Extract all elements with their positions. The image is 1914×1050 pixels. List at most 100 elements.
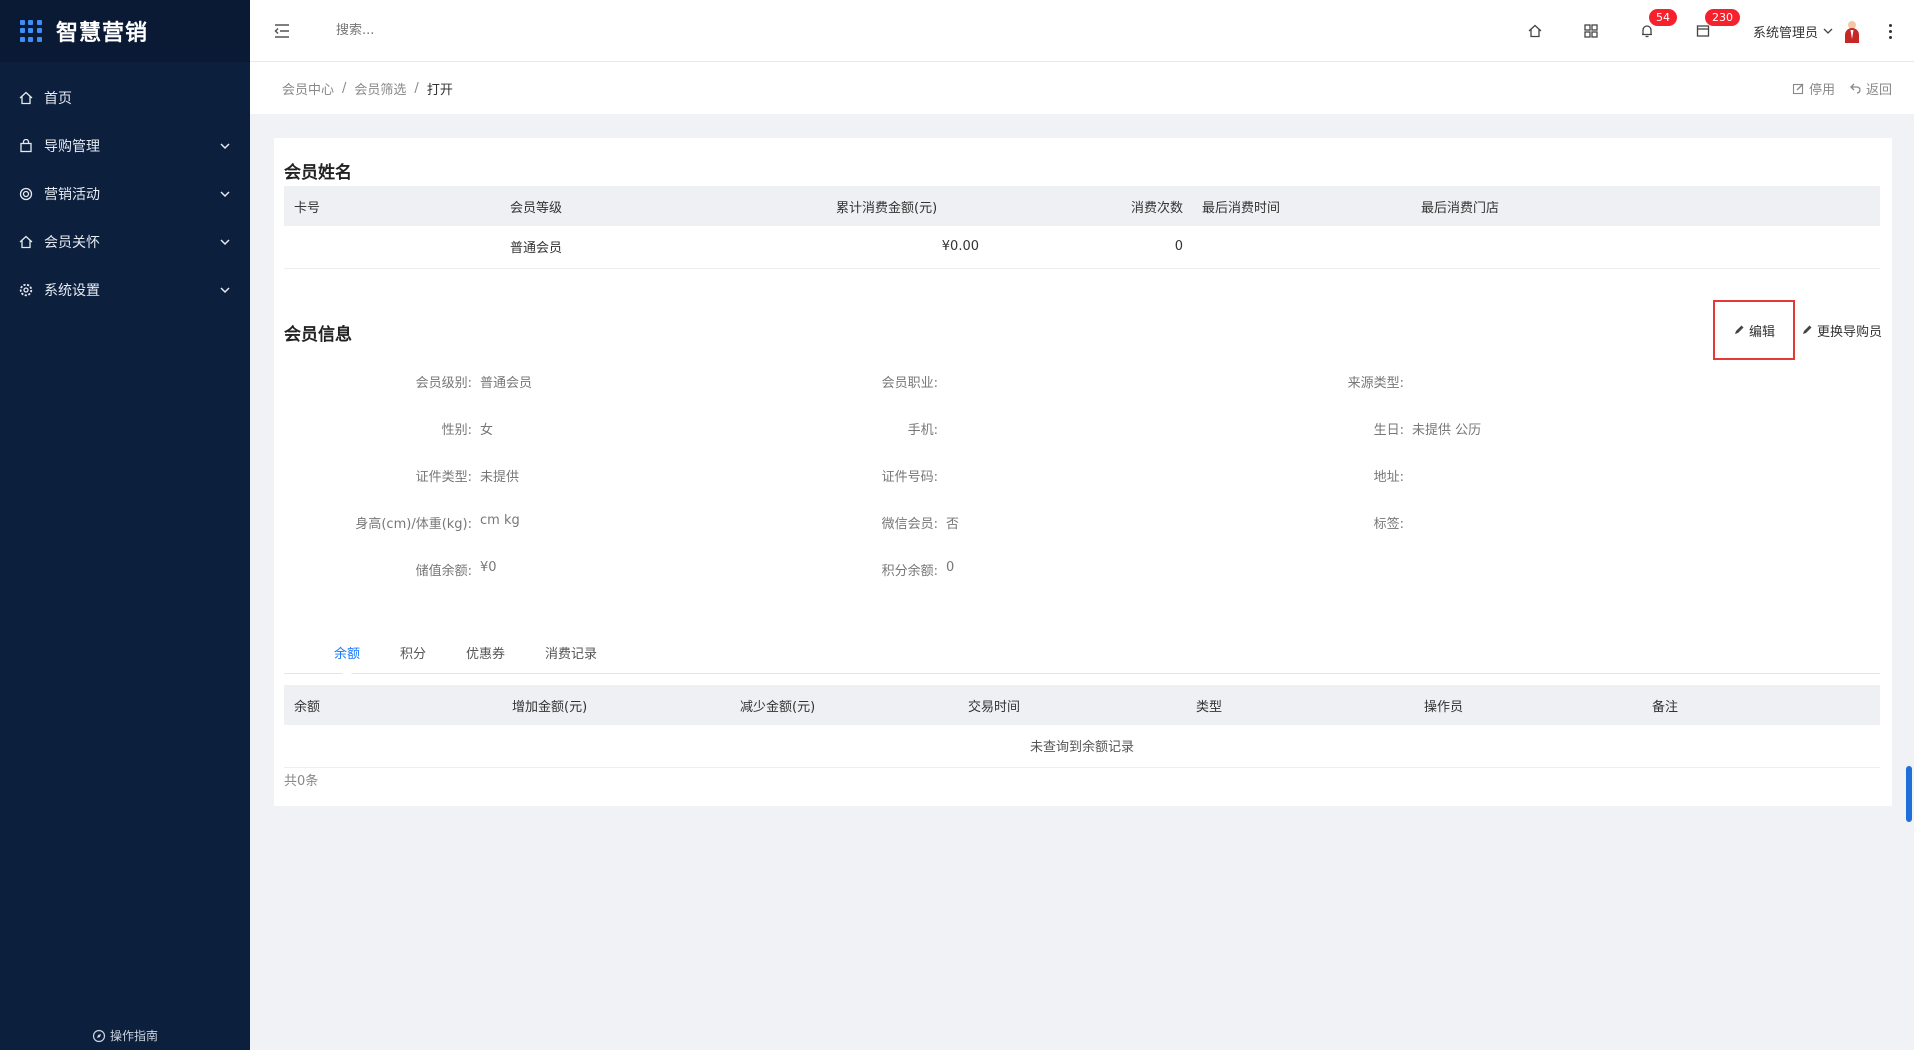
search-input[interactable] [336, 23, 556, 38]
notifications-button[interactable]: 54 [1619, 0, 1677, 62]
table-header-row: 卡号 会员等级 累计消费金额(元) 消费次数 最后消费时间 最后消费门店 [284, 186, 1880, 226]
field-label: 储值余额: [415, 564, 472, 579]
grid-icon [1584, 24, 1598, 38]
member-info-grid: 会员级别: 普通会员 会员职业: 来源类型: 性别: 女 手机: 生日: 未提供 公历… [284, 358, 1880, 593]
pencil-icon [1802, 325, 1812, 334]
apps-grid-icon [20, 20, 42, 42]
column-header: 最后消费时间 [1193, 186, 1421, 226]
info-field-stored-balance: 储值余额: ¥0 [284, 560, 750, 579]
avatar [1845, 21, 1859, 43]
field-label: 性别: [441, 423, 472, 438]
tab-coupons[interactable]: 优惠券 [446, 638, 525, 673]
info-field-height-weight: 身高(cm)/体重(kg): cm kg [284, 513, 750, 532]
info-field-level: 会员级别: 普通会员 [284, 372, 750, 391]
sidebar-item-home[interactable]: 首页 [0, 74, 250, 122]
user-menu[interactable]: 系统管理员 [1753, 19, 1862, 43]
breadcrumb-item[interactable]: 会员筛选 [354, 79, 406, 98]
field-value: ¥0 [480, 560, 497, 575]
info-field-wechat: 微信会员: 否 [750, 513, 1216, 532]
user-name: 系统管理员 [1752, 25, 1818, 41]
column-header: 类型 [1196, 685, 1424, 725]
return-icon [1850, 83, 1861, 94]
tab-balance[interactable]: 余额 [314, 638, 380, 674]
info-field-phone: 手机: [750, 419, 1216, 438]
field-value [938, 419, 946, 438]
field-value: 普通会员 [480, 376, 533, 391]
info-field-occupation: 会员职业: [750, 372, 1216, 391]
field-value: 否 [946, 517, 960, 532]
sidebar-menu: 首页 导购管理 营销活动 会员关怀 系统设置 [0, 74, 250, 314]
sidebar-item-system-settings[interactable]: 系统设置 [0, 266, 250, 314]
tab-consumption[interactable]: 消费记录 [525, 638, 617, 673]
field-label: 积分余额: [881, 564, 938, 579]
sidebar-item-label: 系统设置 [44, 283, 100, 299]
operation-guide-link[interactable]: 操作指南 [0, 1027, 250, 1044]
back-button[interactable]: 返回 [1849, 79, 1892, 98]
sidebar-item-guide-management[interactable]: 导购管理 [0, 122, 250, 170]
column-header: 减少金额(元) [740, 685, 968, 725]
table-row: 未查询到余额记录 [284, 725, 1880, 768]
home-icon [18, 90, 34, 106]
apps-button[interactable] [1563, 0, 1619, 62]
message-icon [1696, 25, 1710, 37]
message-badge: 230 [1704, 9, 1740, 26]
tab-points[interactable]: 积分 [380, 638, 446, 673]
field-value [1404, 372, 1412, 391]
record-tabs: 余额 积分 优惠券 消费记录 [284, 638, 1880, 674]
more-menu-icon[interactable] [1880, 23, 1900, 39]
field-value [938, 372, 946, 391]
column-header: 操作员 [1424, 685, 1652, 725]
disable-button[interactable]: 停用 [1792, 79, 1835, 98]
field-label: 手机: [907, 423, 938, 438]
back-label: 返回 [1865, 82, 1892, 98]
field-value: 未提供 [480, 470, 520, 485]
record-count: 共0条 [284, 774, 319, 789]
info-field-tags: 标签: [1216, 513, 1682, 532]
field-label: 身高(cm)/体重(kg): [355, 517, 472, 532]
table-cell [284, 226, 510, 269]
field-label: 来源类型: [1347, 376, 1404, 391]
messages-button[interactable]: 230 [1675, 0, 1740, 62]
scrollbar-thumb[interactable] [1906, 766, 1912, 822]
member-info-title: 会员信息 [284, 325, 352, 345]
info-field-source: 来源类型: [1216, 372, 1682, 391]
home-button[interactable] [1507, 0, 1563, 62]
info-field-gender: 性别: 女 [284, 419, 750, 438]
column-header: 累计消费金额(元) [836, 186, 979, 226]
sidebar-item-marketing[interactable]: 营销活动 [0, 170, 250, 218]
member-info-actions: 编辑 更换导购员 [1712, 300, 1882, 360]
field-value: 0 [946, 560, 955, 575]
menu-collapse-icon[interactable] [272, 21, 292, 41]
table-cell [1193, 226, 1421, 269]
chevron-down-icon [220, 143, 230, 150]
edit-button[interactable]: 编辑 [1712, 300, 1795, 360]
change-guide-label: 更换导购员 [1816, 324, 1882, 340]
field-value: 女 [480, 423, 494, 438]
sidebar-item-label: 会员关怀 [44, 235, 100, 251]
column-header: 交易时间 [968, 685, 1196, 725]
empty-message: 未查询到余额记录 [284, 725, 1880, 768]
disable-label: 停用 [1808, 82, 1835, 98]
field-value [1404, 513, 1412, 532]
info-field-birthday: 生日: 未提供 公历 [1216, 419, 1682, 438]
logo[interactable]: 智慧营销 [0, 0, 250, 62]
breadcrumb: 会员中心 / 会员筛选 / 打开 停用 返回 [250, 62, 1914, 114]
info-row: 证件类型: 未提供 证件号码: 地址: [284, 452, 1880, 499]
guide-label: 操作指南 [109, 1029, 158, 1043]
sidebar-item-member-care[interactable]: 会员关怀 [0, 218, 250, 266]
info-row: 性别: 女 手机: 生日: 未提供 公历 [284, 405, 1880, 452]
change-guide-button[interactable]: 更换导购员 [1801, 321, 1882, 340]
member-summary-table: 卡号 会员等级 累计消费金额(元) 消费次数 最后消费时间 最后消费门店 普通会… [284, 186, 1880, 269]
info-field-id-number: 证件号码: [750, 466, 1216, 485]
pencil-icon [1734, 325, 1744, 334]
table-cell: 0 [979, 226, 1193, 269]
header-actions: 54 230 系统管理员 [1507, 0, 1914, 62]
field-label: 会员职业: [881, 376, 938, 391]
info-row: 身高(cm)/体重(kg): cm kg 微信会员: 否 标签: [284, 499, 1880, 546]
notification-badge: 54 [1648, 9, 1677, 26]
column-header: 增加金额(元) [512, 685, 740, 725]
table-header-row: 余额 增加金额(元) 减少金额(元) 交易时间 类型 操作员 备注 [284, 685, 1880, 725]
top-header: 54 230 系统管理员 [250, 0, 1914, 62]
breadcrumb-item[interactable]: 会员中心 [282, 79, 334, 98]
member-detail-card: 会员姓名 卡号 会员等级 累计消费金额(元) 消费次数 最后消费时间 最后消费门… [274, 138, 1892, 806]
